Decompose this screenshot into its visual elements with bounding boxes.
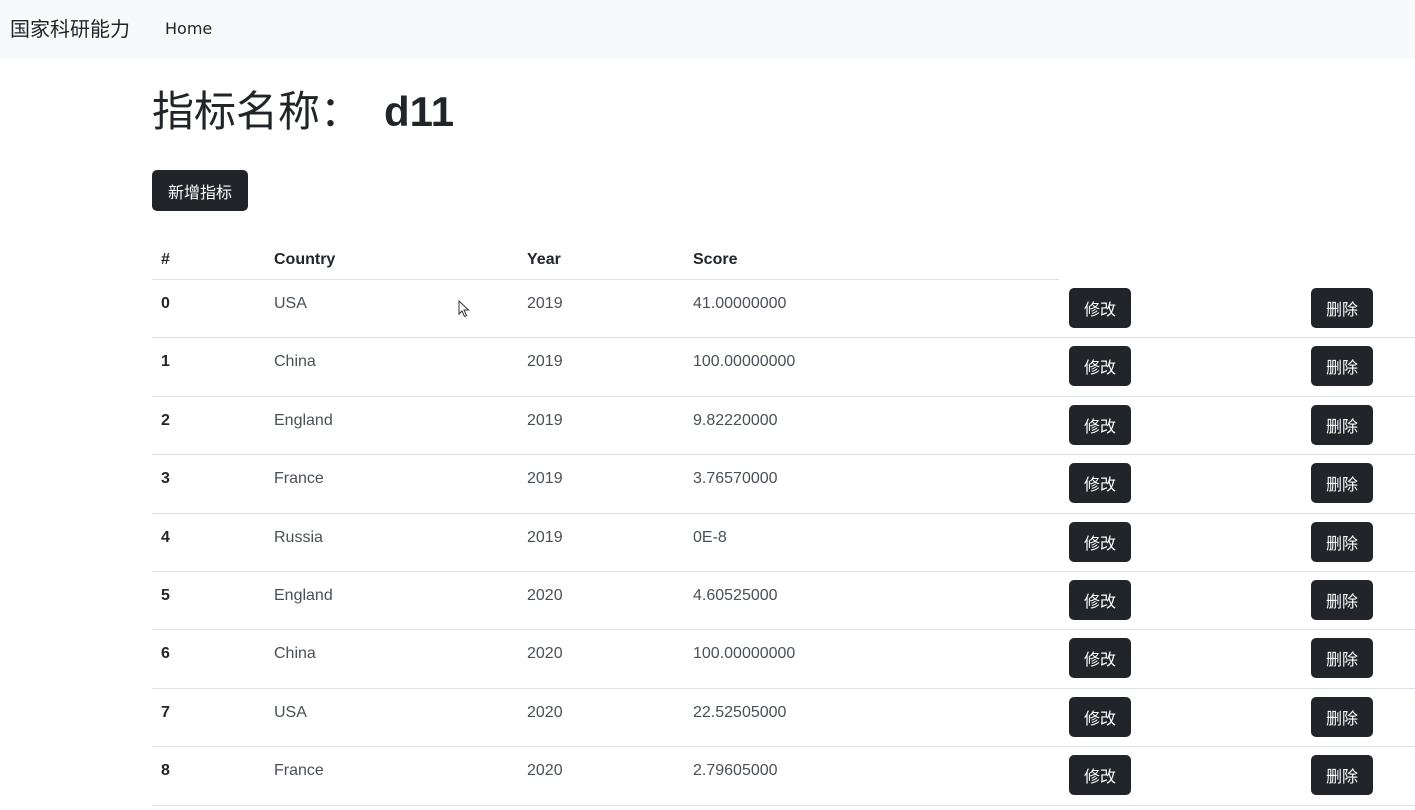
table-row: 2 England 2019 9.82220000 修改 删除 — [152, 397, 1415, 456]
data-table: # Country Year Score 0 USA 2019 41.00000000… — [152, 240, 1415, 806]
add-indicator-button[interactable]: 新增指标 — [152, 170, 248, 211]
indicator-name: d11 — [384, 88, 455, 135]
delete-button[interactable]: 删除 — [1311, 696, 1373, 737]
row-year: 2019 — [527, 528, 563, 546]
row-country: England — [274, 586, 333, 604]
delete-button[interactable]: 删除 — [1311, 755, 1373, 796]
column-header-country: Country — [274, 251, 336, 268]
table-row: 7 USA 2020 22.52505000 修改 删除 — [152, 689, 1415, 748]
row-index: 7 — [161, 703, 170, 721]
column-header-year: Year — [527, 251, 561, 268]
row-index: 3 — [161, 470, 170, 488]
table-body: 0 USA 2019 41.00000000 修改 删除 1 China 2019 100.000… — [152, 280, 1415, 806]
delete-button[interactable]: 删除 — [1311, 346, 1373, 387]
row-year: 2019 — [527, 353, 563, 371]
row-country: England — [274, 411, 333, 429]
edit-button[interactable]: 修改 — [1069, 755, 1131, 796]
row-score: 4.60525000 — [693, 586, 778, 604]
row-country: China — [274, 353, 316, 371]
page-title: 指标名称： d11 — [152, 86, 454, 138]
delete-button[interactable]: 删除 — [1311, 463, 1373, 504]
delete-button[interactable]: 删除 — [1311, 288, 1373, 328]
table-row: 0 USA 2019 41.00000000 修改 删除 — [152, 280, 1415, 339]
page-title-label: 指标名称： — [152, 87, 363, 136]
row-index: 5 — [161, 586, 170, 604]
delete-button[interactable]: 删除 — [1311, 521, 1373, 562]
table-row: 1 China 2019 100.00000000 修改 删除 — [152, 338, 1415, 397]
row-score: 41.00000000 — [693, 295, 787, 312]
row-index: 0 — [161, 295, 170, 312]
row-score: 2.79605000 — [693, 762, 778, 780]
navbar-brand[interactable]: 国家科研能力 — [10, 16, 130, 42]
edit-button[interactable]: 修改 — [1069, 288, 1131, 328]
row-score: 9.82220000 — [693, 411, 778, 429]
edit-button[interactable]: 修改 — [1069, 579, 1131, 620]
row-country: France — [274, 470, 324, 488]
row-index: 1 — [161, 353, 170, 371]
row-year: 2019 — [527, 411, 563, 429]
row-score: 3.76570000 — [693, 470, 778, 488]
delete-button[interactable]: 删除 — [1311, 579, 1373, 620]
row-country: USA — [274, 295, 307, 312]
row-index: 4 — [161, 528, 170, 546]
table-row: 3 France 2019 3.76570000 修改 删除 — [152, 455, 1415, 514]
row-country: China — [274, 645, 316, 663]
row-year: 2019 — [527, 470, 563, 488]
column-header-score: Score — [693, 251, 738, 268]
row-index: 6 — [161, 645, 170, 663]
row-year: 2020 — [527, 762, 563, 780]
navbar: 国家科研能力 Home — [0, 0, 1415, 58]
row-year: 2020 — [527, 645, 563, 663]
row-score: 100.00000000 — [693, 645, 796, 663]
edit-button[interactable]: 修改 — [1069, 521, 1131, 562]
edit-button[interactable]: 修改 — [1069, 404, 1131, 445]
edit-button[interactable]: 修改 — [1069, 463, 1131, 504]
edit-button[interactable]: 修改 — [1069, 638, 1131, 679]
row-country: France — [274, 762, 324, 780]
edit-button[interactable]: 修改 — [1069, 696, 1131, 737]
row-country: Russia — [274, 528, 323, 546]
delete-button[interactable]: 删除 — [1311, 638, 1373, 679]
table-row: 5 England 2020 4.60525000 修改 删除 — [152, 572, 1415, 631]
row-country: USA — [274, 703, 307, 721]
mouse-cursor-icon — [458, 300, 470, 318]
table-header: # Country Year Score — [152, 240, 1415, 280]
column-header-index: # — [161, 251, 170, 268]
table-row: 6 China 2020 100.00000000 修改 删除 — [152, 630, 1415, 689]
row-score: 100.00000000 — [693, 353, 796, 371]
row-index: 8 — [161, 762, 170, 780]
edit-button[interactable]: 修改 — [1069, 346, 1131, 387]
row-score: 22.52505000 — [693, 703, 787, 721]
row-year: 2019 — [527, 295, 563, 312]
table-row: 8 France 2020 2.79605000 修改 删除 — [152, 747, 1415, 806]
table-row: 4 Russia 2019 0E-8 修改 删除 — [152, 514, 1415, 572]
nav-link-home[interactable]: Home — [165, 19, 212, 39]
row-year: 2020 — [527, 586, 563, 604]
row-score: 0E-8 — [693, 528, 727, 546]
row-index: 2 — [161, 411, 170, 429]
row-year: 2020 — [527, 703, 563, 721]
delete-button[interactable]: 删除 — [1311, 404, 1373, 445]
